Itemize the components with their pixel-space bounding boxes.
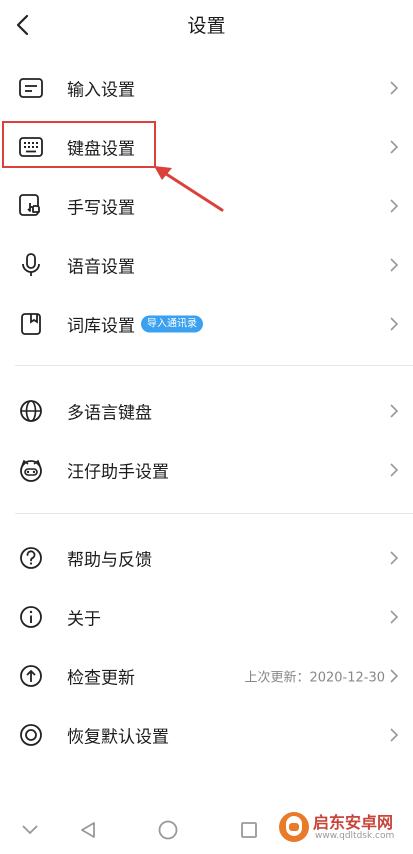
nav-collapse-button[interactable]: [18, 818, 42, 842]
dictionary-icon: [17, 310, 45, 338]
microphone-icon: [17, 251, 45, 279]
watermark: 启东安卓网 www.qdltdsk.com: [277, 806, 407, 850]
globe-icon: [17, 397, 45, 425]
row-label: 帮助与反馈: [67, 550, 152, 571]
chevron-right-icon: [390, 140, 399, 154]
row-input-settings[interactable]: 输入设置: [0, 59, 413, 117]
row-label: 手写设置: [67, 198, 135, 219]
chevron-right-icon: [390, 463, 399, 477]
group-divider: [15, 365, 413, 366]
row-label: 语音设置: [67, 257, 135, 278]
restore-icon: [17, 721, 45, 749]
circle-home-icon: [158, 820, 178, 840]
group-divider: [15, 513, 413, 514]
row-help-feedback[interactable]: 帮助与反馈: [0, 529, 413, 587]
square-recents-icon: [241, 822, 257, 838]
import-contacts-badge[interactable]: 导入通讯录: [141, 315, 203, 333]
row-restore-defaults[interactable]: 恢复默认设置: [0, 706, 413, 764]
header: 设置: [0, 0, 413, 50]
row-check-update[interactable]: 检查更新 上次更新：2020-12-30: [0, 647, 413, 705]
chevron-right-icon: [390, 404, 399, 418]
row-multilingual-keyboard[interactable]: 多语言键盘: [0, 382, 413, 440]
row-label: 多语言键盘: [67, 403, 152, 424]
chevron-right-icon: [390, 81, 399, 95]
input-settings-icon: [17, 74, 45, 102]
row-about[interactable]: 关于: [0, 588, 413, 646]
nav-recents-button[interactable]: [237, 818, 261, 842]
row-voice-settings[interactable]: 语音设置: [0, 236, 413, 294]
chevron-right-icon: [390, 317, 399, 331]
handwriting-icon: [17, 192, 45, 220]
watermark-logo-icon: [279, 812, 309, 842]
info-icon: [17, 603, 45, 631]
triangle-back-icon: [81, 822, 95, 838]
row-label: 关于: [67, 609, 101, 630]
row-dictionary-settings[interactable]: 词库设置 导入通讯录: [0, 295, 413, 353]
chevron-down-icon: [22, 825, 38, 835]
chevron-right-icon: [390, 258, 399, 272]
row-label: 词库设置 导入通讯录: [67, 312, 203, 337]
chevron-right-icon: [390, 669, 399, 683]
row-label-text: 词库设置: [67, 316, 135, 337]
row-label: 输入设置: [67, 80, 135, 101]
nav-back-button[interactable]: [76, 818, 100, 842]
watermark-url: www.qdltdsk.com: [315, 831, 395, 841]
highlight-box: [2, 121, 156, 168]
row-label: 恢复默认设置: [67, 727, 169, 748]
row-label: 检查更新: [67, 668, 135, 689]
page-title: 设置: [187, 15, 226, 37]
mascot-icon: [17, 456, 45, 484]
update-icon: [17, 662, 45, 690]
chevron-right-icon: [390, 551, 399, 565]
annotation-arrow-icon: [154, 166, 224, 212]
row-assistant-settings[interactable]: 汪仔助手设置: [0, 441, 413, 499]
last-update-value: 上次更新：2020-12-30: [244, 670, 385, 686]
chevron-right-icon: [390, 610, 399, 624]
nav-home-button[interactable]: [156, 818, 180, 842]
watermark-text: 启东安卓网: [313, 813, 394, 832]
chevron-right-icon: [390, 199, 399, 213]
help-icon: [17, 544, 45, 572]
row-label: 汪仔助手设置: [67, 462, 169, 483]
chevron-right-icon: [390, 728, 399, 742]
